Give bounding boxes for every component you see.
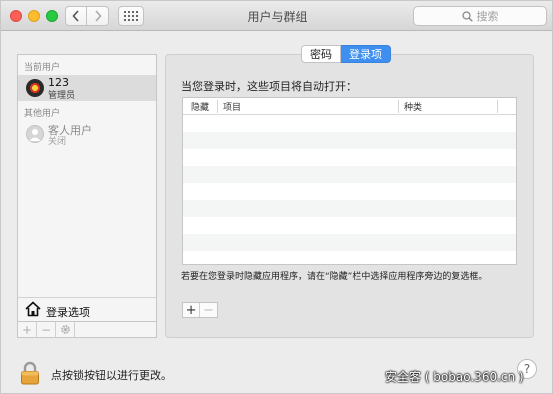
lock-hint: 点按锁按钮以进行更改。	[51, 369, 172, 382]
minus-icon: −	[203, 302, 214, 318]
current-user-label: 当前用户	[24, 63, 61, 73]
table-row	[183, 251, 516, 264]
guest-avatar	[26, 125, 44, 143]
lock-icon	[21, 361, 39, 385]
table-row	[183, 166, 516, 183]
search-field[interactable]: 搜索	[413, 6, 547, 26]
table-row	[183, 200, 516, 217]
hide-apps-note: 若要在您登录时隐藏应用程序，请在“隐藏”栏中选择应用程序旁边的复选框。	[181, 272, 488, 282]
column-kind[interactable]: 种类	[404, 100, 422, 113]
user-avatar	[26, 79, 44, 97]
search-icon	[461, 10, 473, 22]
gear-icon	[60, 325, 70, 334]
preferences-window: 用户与群组 搜索 当前用户 123 管理员 其他用户 客人用户 关闭 登录选项 …	[0, 0, 553, 394]
minus-icon: −	[40, 322, 52, 337]
table-row	[183, 217, 516, 234]
person-icon	[29, 129, 41, 141]
table-row	[183, 132, 516, 149]
tab-login-items[interactable]: 登录项	[341, 45, 391, 63]
table-row	[183, 149, 516, 166]
column-divider	[217, 100, 218, 113]
user-actions-button[interactable]	[56, 322, 75, 337]
add-login-item-button[interactable]: +	[183, 302, 201, 318]
users-list: 当前用户 123 管理员 其他用户 客人用户 关闭 登录选项	[17, 54, 157, 322]
table-row	[183, 115, 516, 132]
user-role: 管理员	[48, 91, 76, 101]
tab-bar: 密码 登录项	[301, 45, 391, 63]
login-items-add-remove: + −	[182, 302, 218, 318]
guest-status: 关闭	[48, 137, 67, 147]
column-divider	[497, 100, 498, 113]
user-item-current[interactable]: 123 管理员	[18, 75, 156, 101]
column-item[interactable]: 项目	[223, 100, 241, 113]
house-icon	[25, 301, 41, 317]
login-options-item[interactable]: 登录选项	[18, 297, 156, 321]
other-users-label: 其他用户	[24, 109, 61, 119]
plus-icon: +	[21, 322, 33, 337]
users-toolbar: + −	[17, 322, 157, 338]
lock-button[interactable]	[20, 361, 40, 388]
login-items-table: 隐藏 项目 种类	[182, 97, 517, 265]
tab-password[interactable]: 密码	[301, 45, 341, 63]
login-items-intro: 当您登录时，这些项目将自动打开：	[181, 80, 357, 93]
table-row	[183, 183, 516, 200]
watermark: 安全客 ( bobao.360.cn )	[385, 370, 524, 384]
column-hide[interactable]: 隐藏	[191, 100, 209, 113]
table-header: 隐藏 项目 种类	[183, 98, 516, 115]
remove-user-button[interactable]: −	[37, 322, 56, 337]
table-row	[183, 234, 516, 251]
titlebar: 用户与群组 搜索	[1, 1, 552, 31]
column-divider	[398, 100, 399, 113]
question-mark-icon: ?	[523, 362, 531, 376]
login-options-label: 登录选项	[46, 306, 90, 319]
user-item-guest[interactable]: 客人用户 关闭	[18, 121, 156, 147]
add-user-button[interactable]: +	[18, 322, 37, 337]
plus-icon: +	[185, 302, 197, 318]
search-placeholder: 搜索	[476, 10, 499, 23]
remove-login-item-button[interactable]: −	[200, 302, 217, 318]
